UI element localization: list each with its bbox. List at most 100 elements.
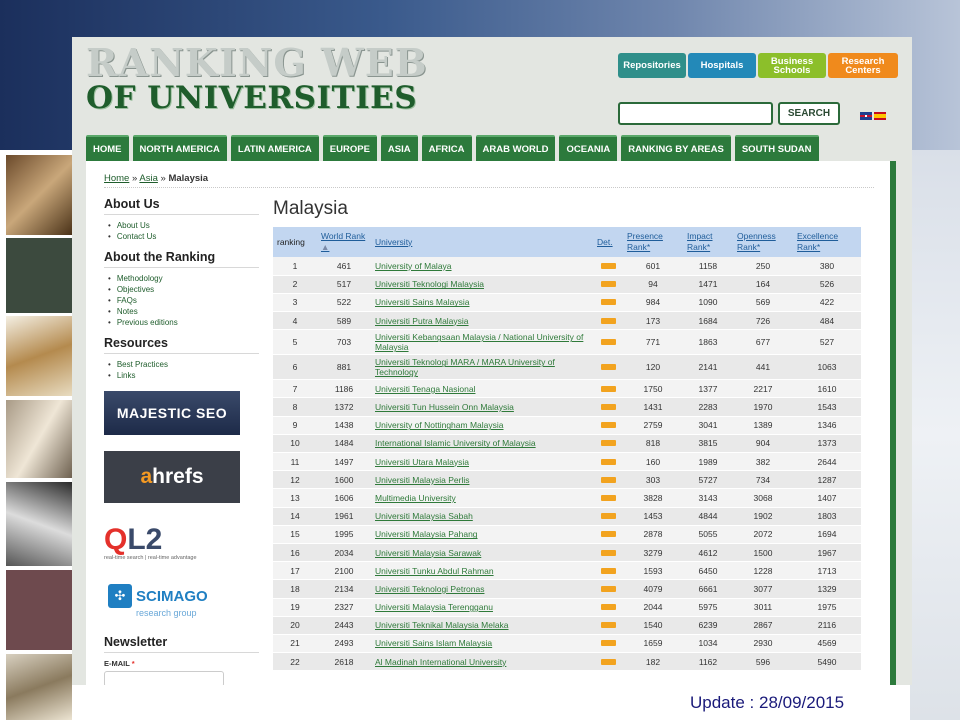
details-icon[interactable] (593, 311, 623, 331)
sidebar-link-objectives[interactable]: Objectives (108, 284, 259, 295)
details-icon[interactable] (593, 257, 623, 276)
university-link[interactable]: Multimedia University (371, 488, 593, 508)
details-icon[interactable] (600, 262, 616, 269)
details-icon[interactable] (593, 488, 623, 508)
search-button[interactable]: SEARCH (778, 102, 840, 125)
col-presence-rank[interactable]: Presence Rank* (623, 227, 683, 257)
english-flag-icon[interactable] (860, 112, 872, 120)
university-link[interactable]: Universiti Malaysia Sabah (371, 507, 593, 526)
details-icon[interactable] (600, 640, 616, 647)
col-world-rank[interactable]: World Rank ▲ (317, 227, 371, 257)
details-icon[interactable] (600, 299, 616, 306)
majestic-seo-logo[interactable]: MAJESTIC SEO (104, 391, 240, 435)
sidebar-link-faqs[interactable]: FAQs (108, 295, 259, 306)
sidebar-link-previous-editions[interactable]: Previous editions (108, 317, 259, 328)
details-icon[interactable] (593, 329, 623, 356)
details-icon[interactable] (593, 452, 623, 472)
university-link[interactable]: Universiti Tunku Abdul Rahman (371, 561, 593, 581)
email-field[interactable] (104, 671, 224, 685)
breadcrumb-home[interactable]: Home (104, 173, 129, 184)
university-link[interactable]: Universiti Malaysia Perlis (371, 470, 593, 490)
details-icon[interactable] (600, 385, 616, 392)
hospitals-button[interactable]: Hospitals (688, 53, 756, 78)
nav-arab-world[interactable]: ARAB WORLD (475, 135, 556, 161)
details-icon[interactable] (593, 634, 623, 654)
details-icon[interactable] (600, 604, 616, 611)
details-icon[interactable] (593, 543, 623, 563)
university-link[interactable]: Universiti Sains Islam Malaysia (371, 634, 593, 654)
details-icon[interactable] (600, 317, 616, 324)
sidebar-link-about-us[interactable]: About Us (108, 220, 259, 231)
details-icon[interactable] (593, 652, 623, 672)
business-schools-button[interactable]: Business Schools (758, 53, 826, 78)
nav-ranking-by-areas[interactable]: RANKING BY AREAS (621, 135, 731, 161)
sidebar-link-contact-us[interactable]: Contact Us (108, 231, 259, 242)
details-icon[interactable] (600, 567, 616, 574)
nav-south-sudan[interactable]: SOUTH SUDAN (734, 135, 819, 161)
university-link[interactable]: International Islamic University of Mala… (371, 434, 593, 454)
university-link[interactable]: University of Malaya (371, 257, 593, 276)
university-link[interactable]: Universiti Putra Malaysia (371, 311, 593, 331)
nav-oceania[interactable]: OCEANIA (559, 135, 618, 161)
details-icon[interactable] (600, 585, 616, 592)
details-icon[interactable] (593, 397, 623, 417)
university-link[interactable]: Universiti Tun Hussein Onn Malaysia (371, 397, 593, 417)
university-link[interactable]: Universiti Tenaga Nasional (371, 379, 593, 399)
details-icon[interactable] (593, 416, 623, 435)
university-link[interactable]: Universiti Teknologi Malaysia (371, 275, 593, 294)
details-icon[interactable] (600, 281, 616, 288)
details-icon[interactable] (593, 525, 623, 544)
university-link[interactable]: University of Nottingham Malaysia (371, 416, 593, 435)
university-link[interactable]: Universiti Utara Malaysia (371, 452, 593, 472)
col-openness-rank[interactable]: Openness Rank* (733, 227, 793, 257)
sidebar-link-best-practices[interactable]: Best Practices (108, 359, 259, 370)
scimago-logo[interactable]: ✣ SCIMAGO research group (104, 583, 240, 619)
university-link[interactable]: Universiti Malaysia Pahang (371, 525, 593, 544)
details-icon[interactable] (593, 275, 623, 294)
col-excellence-rank[interactable]: Excellence Rank* (793, 227, 861, 257)
university-link[interactable]: Universiti Malaysia Sarawak (371, 543, 593, 563)
details-icon[interactable] (600, 404, 616, 411)
nav-home[interactable]: HOME (86, 135, 129, 161)
sidebar-link-methodology[interactable]: Methodology (108, 273, 259, 284)
nav-europe[interactable]: EUROPE (322, 135, 377, 161)
col-details[interactable]: Det. (593, 227, 623, 257)
details-icon[interactable] (593, 434, 623, 454)
sidebar-link-links[interactable]: Links (108, 370, 259, 381)
details-icon[interactable] (600, 422, 616, 429)
details-icon[interactable] (600, 531, 616, 538)
details-icon[interactable] (600, 458, 616, 465)
nav-asia[interactable]: ASIA (380, 135, 418, 161)
spanish-flag-icon[interactable] (874, 112, 886, 120)
sidebar-link-notes[interactable]: Notes (108, 306, 259, 317)
details-icon[interactable] (593, 354, 623, 381)
university-link[interactable]: Universiti Teknologi Petronas (371, 579, 593, 599)
university-link[interactable]: Universiti Sains Malaysia (371, 293, 593, 313)
details-icon[interactable] (593, 561, 623, 581)
nav-africa[interactable]: AFRICA (421, 135, 472, 161)
nav-north-america[interactable]: NORTH AMERICA (132, 135, 227, 161)
col-impact-rank[interactable]: Impact Rank* (683, 227, 733, 257)
university-link[interactable]: Universiti Teknologi MARA / MARA Univers… (371, 354, 593, 381)
details-icon[interactable] (600, 339, 616, 346)
details-icon[interactable] (600, 440, 616, 447)
details-icon[interactable] (600, 476, 616, 483)
university-link[interactable]: Universiti Malaysia Terengganu (371, 598, 593, 617)
details-icon[interactable] (593, 507, 623, 526)
details-icon[interactable] (593, 598, 623, 617)
details-icon[interactable] (593, 616, 623, 635)
details-icon[interactable] (600, 494, 616, 501)
details-icon[interactable] (593, 579, 623, 599)
university-link[interactable]: Universiti Teknikal Malaysia Melaka (371, 616, 593, 635)
site-logo[interactable]: RANKING WEB OF UNIVERSITIES (86, 44, 428, 116)
research-centers-button[interactable]: Research Centers (828, 53, 898, 78)
breadcrumb-asia[interactable]: Asia (139, 173, 157, 184)
details-icon[interactable] (600, 622, 616, 629)
search-input[interactable] (618, 102, 773, 125)
university-link[interactable]: Al Madinah International University (371, 652, 593, 672)
details-icon[interactable] (600, 658, 616, 665)
details-icon[interactable] (600, 549, 616, 556)
details-icon[interactable] (593, 470, 623, 490)
details-icon[interactable] (593, 379, 623, 399)
repositories-button[interactable]: Repositories (618, 53, 686, 78)
